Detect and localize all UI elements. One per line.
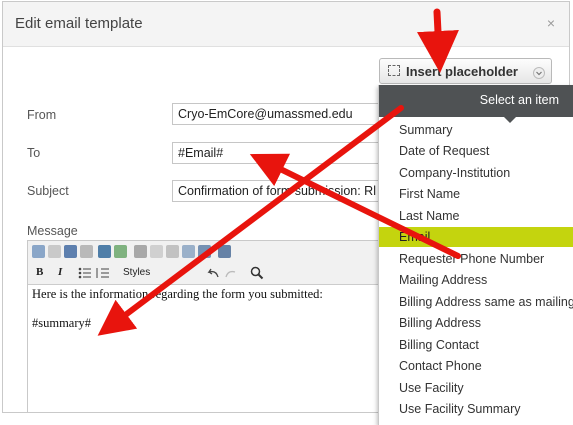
source-icon[interactable] [32, 245, 45, 258]
copy-icon[interactable] [150, 245, 163, 258]
editor-toolbar-bottom: B I Styles [28, 263, 406, 285]
from-label: From [27, 108, 57, 122]
dropdown-item-company-institution[interactable]: Company-Institution [379, 163, 573, 183]
bulleted-list-icon[interactable] [78, 267, 91, 279]
numbered-list-icon[interactable] [96, 267, 109, 279]
dropdown-item-email[interactable]: Email [379, 227, 573, 247]
table-icon[interactable] [64, 245, 77, 258]
paste-icon[interactable] [166, 245, 179, 258]
styles-dropdown[interactable]: Styles [123, 267, 150, 278]
chevron-down-icon [533, 67, 545, 79]
placeholder-icon [388, 65, 400, 76]
maximize-icon[interactable] [218, 245, 231, 258]
paste-word-icon[interactable] [198, 245, 211, 258]
editor-content[interactable]: Here is the information regarding the fo… [32, 287, 323, 331]
image-icon[interactable] [98, 245, 111, 258]
dropdown-item-summary[interactable]: Summary [379, 120, 573, 140]
message-line-1: Here is the information regarding the fo… [32, 287, 323, 301]
dropdown-item-first-name[interactable]: First Name [379, 184, 573, 204]
italic-button[interactable]: I [58, 266, 62, 278]
dropdown-item-use-facility-summary[interactable]: Use Facility Summary [379, 399, 573, 419]
message-line-2: #summary# [32, 316, 92, 330]
dropdown-item-mailing-address[interactable]: Mailing Address [379, 270, 573, 290]
dropdown-item-requester-phone[interactable]: Requester Phone Number [379, 249, 573, 269]
insert-placeholder-label: Insert placeholder [406, 64, 518, 79]
from-field[interactable]: Cryo-EmCore@umassmed.edu [172, 103, 402, 125]
dropdown-item-last-name[interactable]: Last Name [379, 206, 573, 226]
subject-label: Subject [27, 184, 69, 198]
subject-field[interactable]: Confirmation of form submission: Rl [172, 180, 402, 202]
redo-icon[interactable] [224, 267, 238, 279]
paste-text-icon[interactable] [182, 245, 195, 258]
dropdown-item-use-facility[interactable]: Use Facility [379, 378, 573, 398]
dropdown-header: Select an item [379, 85, 573, 117]
dropdown-item-billing-contact[interactable]: Billing Contact [379, 335, 573, 355]
message-label: Message [27, 224, 78, 238]
dropdown-item-billing-address[interactable]: Billing Address [379, 313, 573, 333]
close-icon[interactable]: × [547, 15, 555, 31]
save-icon[interactable] [48, 245, 61, 258]
message-editor[interactable]: B I Styles Here is the information regar… [27, 240, 407, 412]
hr-icon[interactable] [80, 245, 93, 258]
editor-toolbar-top [28, 241, 406, 264]
to-field[interactable]: #Email# [172, 142, 402, 164]
bold-button[interactable]: B [36, 266, 43, 278]
to-label: To [27, 146, 41, 160]
undo-icon[interactable] [206, 267, 220, 279]
find-icon[interactable] [250, 266, 264, 280]
insert-placeholder-button[interactable]: Insert placeholder [379, 58, 552, 84]
cut-icon[interactable] [134, 245, 147, 258]
dialog-title: Edit email template [15, 15, 143, 32]
placeholder-dropdown: Select an item Summary Date of Request C… [378, 85, 573, 425]
dropdown-header-label: Select an item [479, 93, 559, 107]
flash-icon[interactable] [114, 245, 127, 258]
dialog-titlebar: Edit email template × [3, 2, 569, 47]
dropdown-item-contact-phone[interactable]: Contact Phone [379, 356, 573, 376]
dropdown-item-billing-same-as-mailing[interactable]: Billing Address same as mailing [379, 292, 573, 312]
dropdown-item-date-of-request[interactable]: Date of Request [379, 141, 573, 161]
